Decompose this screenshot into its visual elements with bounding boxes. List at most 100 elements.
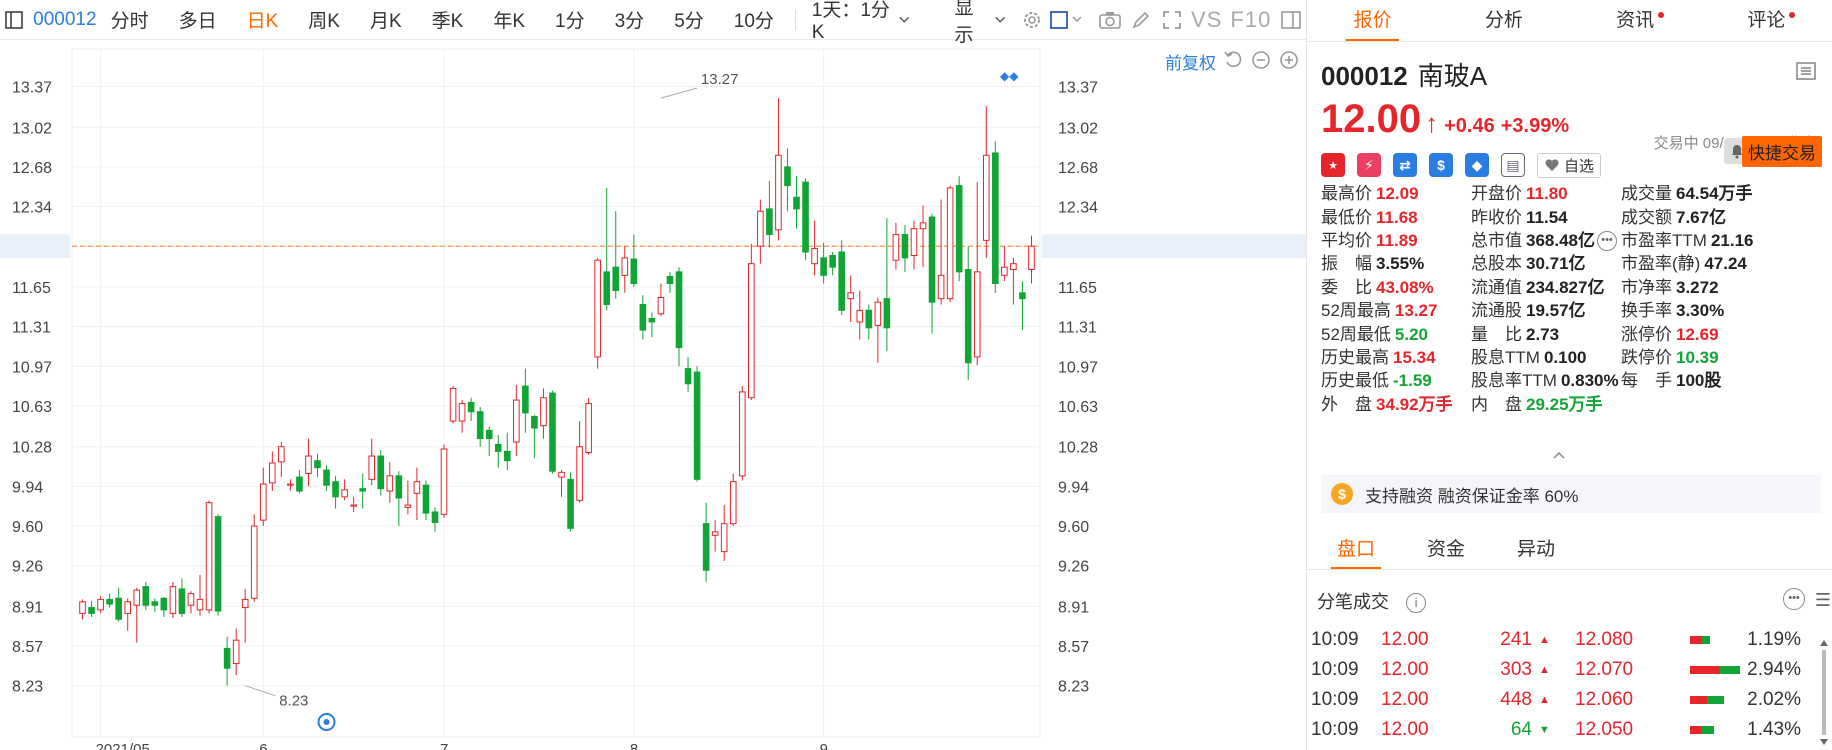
y-tick-label-left: 13.37 xyxy=(12,79,52,96)
margin-info-banner[interactable]: $ 支持融资 融资保证金率 60% xyxy=(1321,475,1821,513)
stat-value: 15.34 xyxy=(1393,347,1436,367)
stat-cell: 总股本 30.71亿 xyxy=(1471,249,1621,274)
draw-pencil-icon[interactable] xyxy=(1128,5,1155,35)
period-tab[interactable]: 月K xyxy=(355,6,417,33)
candle-body xyxy=(729,481,737,525)
stat-cell: 换手率 3.30% xyxy=(1621,296,1821,321)
compare-vs-button[interactable]: VS xyxy=(1191,7,1222,33)
y-tick-label-left: 9.60 xyxy=(12,519,43,536)
display-dropdown[interactable]: 显示 xyxy=(944,0,1016,47)
period-tab[interactable]: 分时 xyxy=(111,6,164,33)
candle-body xyxy=(422,484,430,514)
tick-price: 12.00 xyxy=(1381,719,1429,740)
period-tab[interactable]: 3分 xyxy=(600,6,660,33)
stat-value: 368.48亿 xyxy=(1526,230,1595,250)
candle-body xyxy=(513,399,520,443)
stock-code-label[interactable]: 000012 xyxy=(33,9,96,31)
ticks-title: 分笔成交 xyxy=(1317,592,1389,612)
diamond-marker-icon: ◆◆ xyxy=(1000,69,1019,83)
report-icon[interactable]: ▤ xyxy=(1501,153,1525,177)
period-tab[interactable]: 多日 xyxy=(164,6,232,33)
settings-gear-icon[interactable] xyxy=(1018,5,1045,35)
period-tab[interactable]: 日K xyxy=(232,6,294,33)
low-marker-label: 8.23 xyxy=(279,693,308,710)
period-tab[interactable]: 5分 xyxy=(659,6,719,33)
layout-square-icon[interactable] xyxy=(1049,5,1085,35)
candle-body xyxy=(802,181,809,253)
orderbook-subtab[interactable]: 盘口 xyxy=(1315,530,1397,569)
panel-tab[interactable]: 评论 xyxy=(1701,0,1832,41)
quick-trade-button[interactable]: 快捷交易 xyxy=(1742,136,1822,167)
tick-volume: 64 xyxy=(1510,719,1532,740)
panel-tab[interactable]: 资讯 xyxy=(1570,0,1701,41)
adjust-mode-button[interactable]: 前复权 xyxy=(1165,49,1216,74)
interval-dropdown[interactable]: 1天：1分K xyxy=(802,0,921,44)
menu-icon[interactable]: ☰ xyxy=(1815,590,1831,611)
display-dropdown-label: 显示 xyxy=(954,0,974,46)
kline-chart[interactable]: 13.37 13.37 13.02 13.02 12.68 12.68 12.34 12.34… xyxy=(0,41,1306,750)
orderbook-subtab[interactable]: 异动 xyxy=(1495,530,1577,569)
collapse-up-icon[interactable] xyxy=(1552,450,1566,460)
stat-label: 52周最低 xyxy=(1321,324,1391,344)
candle-body xyxy=(992,152,999,284)
camera-icon[interactable] xyxy=(1097,5,1124,35)
y-tick-label-left: 8.57 xyxy=(12,639,43,656)
stock-name: 南玻A xyxy=(1417,61,1488,91)
margin-trading-icon[interactable]: ⚡ xyxy=(1357,153,1381,177)
period-tab[interactable]: 季K xyxy=(417,6,479,33)
orderbook-subtabs: 盘口 资金 异动 xyxy=(1307,530,1832,570)
dollar-icon[interactable]: $ xyxy=(1429,153,1453,177)
candle-body xyxy=(386,475,394,492)
zoom-out-icon[interactable] xyxy=(1250,49,1272,71)
x-tick-label: 9 xyxy=(820,741,828,750)
tick-volume: 448 xyxy=(1500,689,1532,710)
stat-row: 平均价 11.89 总市值 368.48亿 ••• 市盈率TTM 21.16 xyxy=(1321,227,1821,252)
orderbook-subtab[interactable]: 资金 xyxy=(1405,530,1487,569)
candle-body xyxy=(151,601,159,606)
notification-dot xyxy=(1658,12,1665,18)
info-icon[interactable]: i xyxy=(1406,593,1427,614)
shanghai-hk-connect-icon[interactable]: ⇄ xyxy=(1393,153,1417,177)
stat-row: 52周最高 13.27 流通股 19.57亿 换手率 3.30% xyxy=(1321,297,1821,320)
candle-body xyxy=(612,266,620,291)
stat-cell: 52周最高 13.27 xyxy=(1321,296,1471,321)
candle-body xyxy=(748,263,755,399)
sidebar-toggle-icon[interactable] xyxy=(2,7,25,33)
scrollbar[interactable] xyxy=(1820,640,1828,745)
y-tick-label-right: 13.37 xyxy=(1058,79,1098,96)
panel-toggle-icon[interactable] xyxy=(1277,5,1304,35)
add-watchlist-button[interactable]: 自选 xyxy=(1537,152,1602,178)
panel-tab[interactable]: 分析 xyxy=(1438,0,1569,41)
event-marker-icon[interactable] xyxy=(317,713,336,731)
tag-icon[interactable]: ◆ xyxy=(1465,153,1489,177)
period-tab[interactable]: 10分 xyxy=(719,6,789,33)
stat-label: 52周最高 xyxy=(1321,301,1391,321)
period-tab[interactable]: 周K xyxy=(293,6,355,33)
stat-value: 34.92万手 xyxy=(1376,394,1453,414)
candle-body xyxy=(757,210,764,247)
fullscreen-icon[interactable] xyxy=(1158,5,1185,35)
panel-tab[interactable]: 报价 xyxy=(1307,0,1438,41)
coin-icon: $ xyxy=(1331,483,1353,505)
ticks-header: 分笔成交 i ••• ☰ xyxy=(1317,588,1831,614)
reset-icon[interactable] xyxy=(1222,49,1244,71)
more-options-icon[interactable]: ••• xyxy=(1783,588,1805,610)
y-tick-label-left: 8.91 xyxy=(12,599,43,616)
period-tab[interactable]: 1分 xyxy=(540,6,600,33)
candle-body xyxy=(874,301,882,326)
y-tick-label-right: 11.65 xyxy=(1058,280,1097,297)
more-stats-icon[interactable]: ••• xyxy=(1597,231,1617,252)
margin-info-text: 支持融资 融资保证金率 60% xyxy=(1365,486,1579,506)
book-bar-buy xyxy=(1690,666,1719,674)
china-flag-icon[interactable]: ★ xyxy=(1321,153,1345,177)
zoom-in-icon[interactable] xyxy=(1278,49,1300,71)
candle-body xyxy=(964,269,972,364)
stat-label: 最低价 xyxy=(1321,207,1372,227)
tick-row: 10:09 12.00 241 ▲ 12.080 1.19% xyxy=(1307,625,1832,655)
kline-chart-area[interactable]: 13.37 13.37 13.02 13.02 12.68 12.68 12.34 12.34… xyxy=(0,41,1306,750)
f10-button[interactable]: F10 xyxy=(1230,7,1271,33)
list-menu-icon[interactable] xyxy=(1796,62,1816,80)
stat-cell: 历史最高 15.34 xyxy=(1321,343,1471,368)
candle-body xyxy=(494,443,502,452)
period-tab[interactable]: 年K xyxy=(478,6,540,33)
